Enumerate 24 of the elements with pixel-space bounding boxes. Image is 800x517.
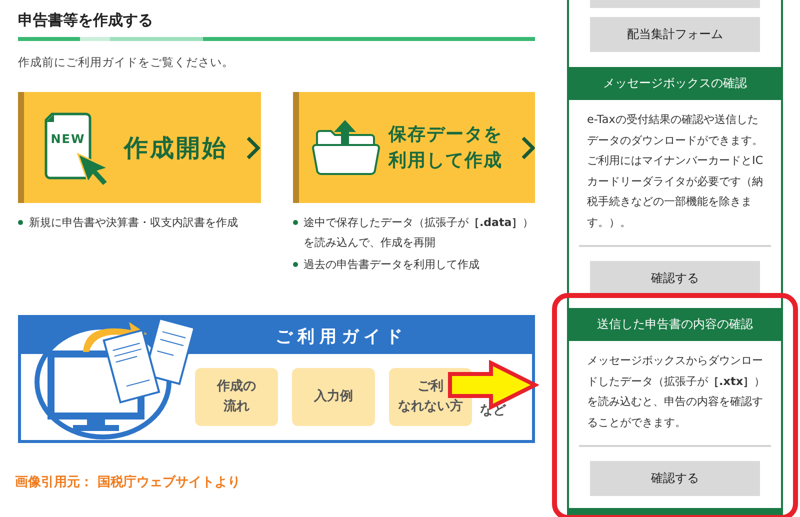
guide-title: ご利用ガイド: [276, 326, 408, 348]
folder-upload-icon: [310, 120, 380, 176]
bullet-text: 新規に申告書や決算書・収支内訳書を作成: [29, 215, 238, 231]
partial-button[interactable]: [590, 0, 760, 8]
section-text: メッセージボックスからダウンロードしたデータ（拡張子が［.xtx］）を読み込むと、申告の内容を確認することができます。: [586, 353, 766, 430]
bullet-text: 途中で保存したデータ（拡張子が［.data］）を読み込んで、作成を再開: [304, 215, 535, 251]
card-label: 保存データを 利用して作成: [388, 122, 502, 172]
source-credit: 画像引用元： 国税庁ウェブサイトより: [15, 474, 242, 491]
section-header: メッセージボックスの確認: [569, 67, 781, 100]
card-label: 作成開始: [124, 132, 228, 164]
confirm-button[interactable]: 確認する: [590, 261, 760, 296]
guide-button[interactable]: 作成の 流れ: [195, 368, 278, 426]
intro-text: 作成前にご利用ガイドをご覧ください。: [18, 55, 235, 70]
create-card[interactable]: 保存データを 利用して作成: [292, 92, 535, 203]
chevron-right-icon: [520, 136, 534, 160]
section-text: e-Taxの受付結果の確認や送信したデータのダウンロードができます。ご利用にはマイナンバーカードとICカードリーダライタが必要です（納税手続きなどの一部機能を除きます。）。: [586, 112, 764, 230]
create-card[interactable]: NEW 作成開始: [18, 92, 260, 203]
section-header: 送信した申告書の内容の確認: [569, 308, 781, 341]
guide-button[interactable]: 入力例: [292, 368, 375, 426]
confirm-button[interactable]: 確認する: [590, 461, 760, 496]
chevron-right-icon: [246, 136, 260, 160]
form-button[interactable]: 配当集計フォーム: [590, 17, 760, 52]
bullet-text: 過去の申告書データを利用して作成: [304, 257, 480, 273]
section-title: 申告書等を作成する: [18, 10, 154, 30]
